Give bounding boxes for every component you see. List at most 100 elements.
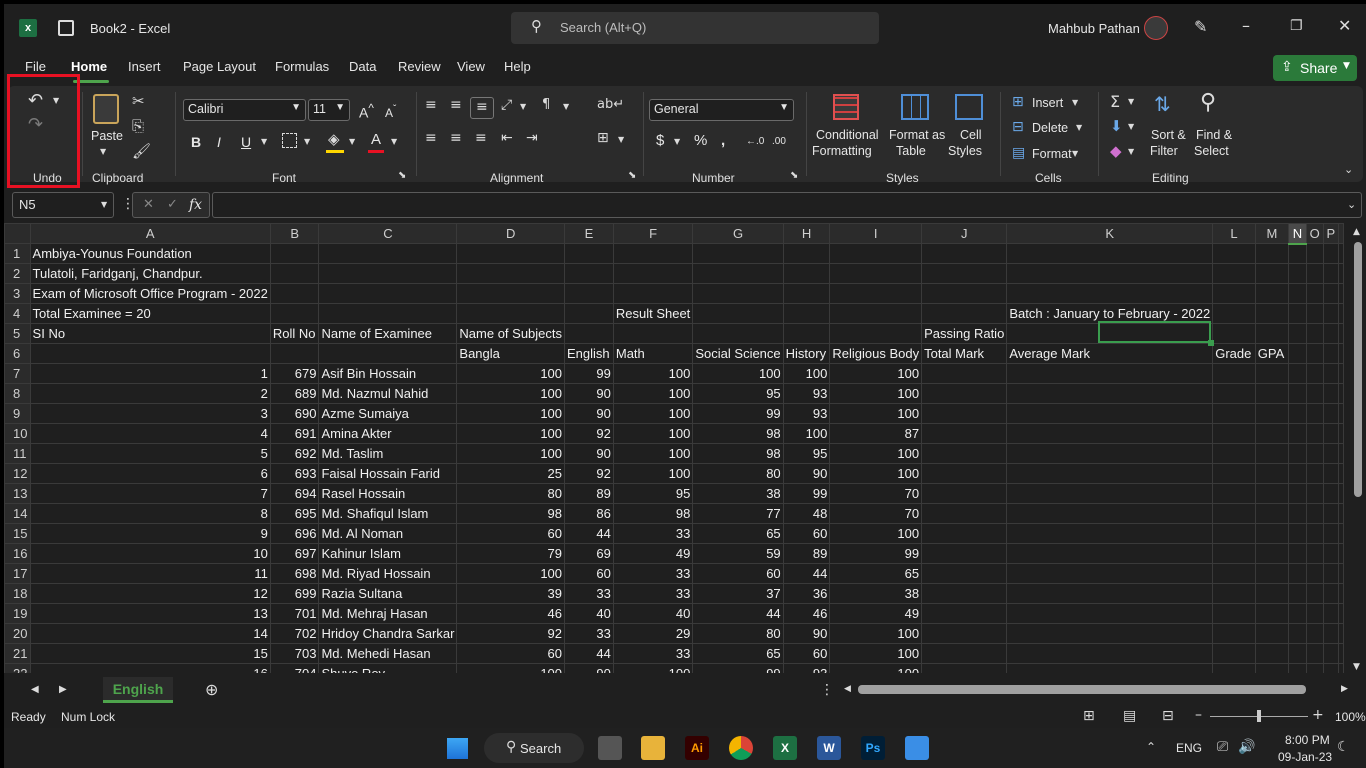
grow-font-icon[interactable]: A^ — [359, 101, 374, 121]
chevron-down-icon[interactable]: ▼ — [349, 138, 355, 146]
cell-h21[interactable]: 60 — [782, 643, 831, 664]
cell-n15[interactable] — [1288, 523, 1307, 544]
cell-j19[interactable] — [921, 603, 1008, 624]
cell-e3[interactable] — [564, 283, 614, 304]
cell-m17[interactable] — [1254, 563, 1290, 584]
cell-a12[interactable]: 6 — [29, 463, 271, 484]
cell-c5[interactable]: Name of Examinee — [318, 323, 458, 344]
cell-a1[interactable]: Ambiya-Younus Foundation — [29, 243, 271, 264]
cell-g9[interactable]: 99 — [692, 403, 784, 424]
cell-i5[interactable] — [829, 323, 923, 344]
clear-icon[interactable]: ◆ — [1110, 144, 1122, 159]
cell-p16[interactable] — [1322, 543, 1340, 564]
delete-cells-label[interactable]: Delete — [1032, 120, 1068, 136]
cell-p18[interactable] — [1322, 583, 1340, 604]
percent-icon[interactable]: % — [694, 133, 707, 149]
cell-g3[interactable] — [692, 283, 784, 304]
cell-d4[interactable] — [456, 303, 566, 324]
conditional-formatting-label-1[interactable]: Conditional — [816, 127, 879, 143]
cell-h10[interactable]: 100 — [782, 423, 831, 444]
autosum-icon[interactable]: Σ — [1110, 94, 1120, 110]
column-header-g[interactable]: G — [692, 223, 784, 244]
cell-d5[interactable]: Name of Subjects — [456, 323, 566, 344]
cell-m21[interactable] — [1254, 643, 1290, 664]
cell-l9[interactable] — [1212, 403, 1256, 424]
chevron-down-icon[interactable]: ▼ — [391, 138, 397, 146]
font-color-icon[interactable]: A — [371, 132, 381, 148]
cell-k7[interactable] — [1006, 363, 1214, 384]
row-header[interactable]: 18 — [4, 583, 31, 604]
cell-a17[interactable]: 11 — [29, 563, 271, 584]
cell-b3[interactable] — [269, 283, 320, 304]
scroll-up-icon[interactable]: ▲ — [1353, 228, 1360, 237]
cell-k19[interactable] — [1006, 603, 1214, 624]
cell-h22[interactable]: 93 — [782, 663, 831, 673]
cell-n8[interactable] — [1288, 383, 1307, 404]
cell-j21[interactable] — [921, 643, 1008, 664]
column-header-h[interactable]: H — [782, 223, 831, 244]
cell-g22[interactable]: 99 — [692, 663, 784, 673]
chevron-down-icon[interactable]: ▼ — [1128, 123, 1134, 131]
cell-n22[interactable] — [1288, 663, 1307, 673]
cell-k10[interactable] — [1006, 423, 1214, 444]
cell-m8[interactable] — [1254, 383, 1290, 404]
cell-c2[interactable] — [318, 263, 458, 284]
underline-icon[interactable]: U — [241, 134, 251, 150]
close-icon[interactable]: ✕ — [1338, 18, 1351, 34]
cell-i7[interactable]: 100 — [829, 363, 923, 384]
cell-n9[interactable] — [1288, 403, 1307, 424]
row-header[interactable]: 13 — [4, 483, 31, 504]
format-cells-label[interactable]: Format — [1032, 146, 1072, 162]
fill-color-icon[interactable]: ◈ — [328, 132, 340, 147]
cell-g15[interactable]: 65 — [692, 523, 784, 544]
row-header[interactable]: 16 — [4, 543, 31, 564]
cell-n19[interactable] — [1288, 603, 1307, 624]
decrease-decimal-icon[interactable]: .00 — [772, 134, 786, 150]
cell-p11[interactable] — [1322, 443, 1340, 464]
cell-j8[interactable] — [921, 383, 1008, 404]
cell-k20[interactable] — [1006, 623, 1214, 644]
decrease-indent-icon[interactable]: ⇤ — [501, 131, 513, 145]
cell-l6[interactable]: Grade — [1212, 343, 1256, 364]
sheet-tab-english[interactable]: English — [103, 677, 173, 703]
format-as-table-label-1[interactable]: Format as — [889, 127, 945, 143]
cell-c16[interactable]: Kahinur Islam — [318, 543, 458, 564]
cell-h12[interactable]: 90 — [782, 463, 831, 484]
row-header[interactable]: 11 — [4, 443, 31, 464]
cell-m7[interactable] — [1254, 363, 1290, 384]
cell-p20[interactable] — [1322, 623, 1340, 644]
cell-n6[interactable] — [1288, 343, 1307, 364]
windows-start-icon[interactable] — [446, 737, 468, 759]
cell-j4[interactable] — [921, 303, 1008, 324]
row-header[interactable]: 10 — [4, 423, 31, 444]
copy-icon[interactable]: ⎘ — [132, 119, 144, 134]
paste-icon[interactable] — [93, 94, 119, 124]
cell-b13[interactable]: 694 — [269, 483, 320, 504]
cell-o15[interactable] — [1305, 523, 1324, 544]
pen-icon[interactable]: ✎ — [1194, 19, 1207, 35]
cell-j16[interactable] — [921, 543, 1008, 564]
zoom-in-icon[interactable]: + — [1312, 708, 1324, 722]
cell-e11[interactable]: 90 — [564, 443, 614, 464]
cell-h16[interactable]: 89 — [782, 543, 831, 564]
cell-a20[interactable]: 14 — [29, 623, 271, 644]
align-right-icon[interactable]: ≡ — [475, 131, 487, 145]
cell-f20[interactable]: 29 — [612, 623, 694, 644]
cell-b9[interactable]: 690 — [269, 403, 320, 424]
chevron-down-icon[interactable]: ⌄ — [1347, 199, 1356, 210]
shrink-font-icon[interactable]: Aˇ — [385, 102, 396, 121]
row-header[interactable]: 14 — [4, 503, 31, 524]
cell-b14[interactable]: 695 — [269, 503, 320, 524]
font-name-select[interactable]: Calibri ▼ — [183, 99, 306, 121]
find-select-label-1[interactable]: Find & — [1196, 127, 1232, 143]
tab-home[interactable]: Home — [71, 59, 107, 74]
column-header-c[interactable]: C — [318, 223, 458, 244]
row-header[interactable]: 3 — [4, 283, 31, 304]
cell-a13[interactable]: 7 — [29, 483, 271, 504]
align-middle-icon[interactable]: ≡ — [450, 98, 462, 112]
cell-b1[interactable] — [269, 243, 320, 264]
tab-data[interactable]: Data — [349, 59, 376, 74]
cell-d2[interactable] — [456, 263, 566, 284]
align-center-icon[interactable]: ≡ — [450, 131, 462, 145]
cell-f10[interactable]: 100 — [612, 423, 694, 444]
